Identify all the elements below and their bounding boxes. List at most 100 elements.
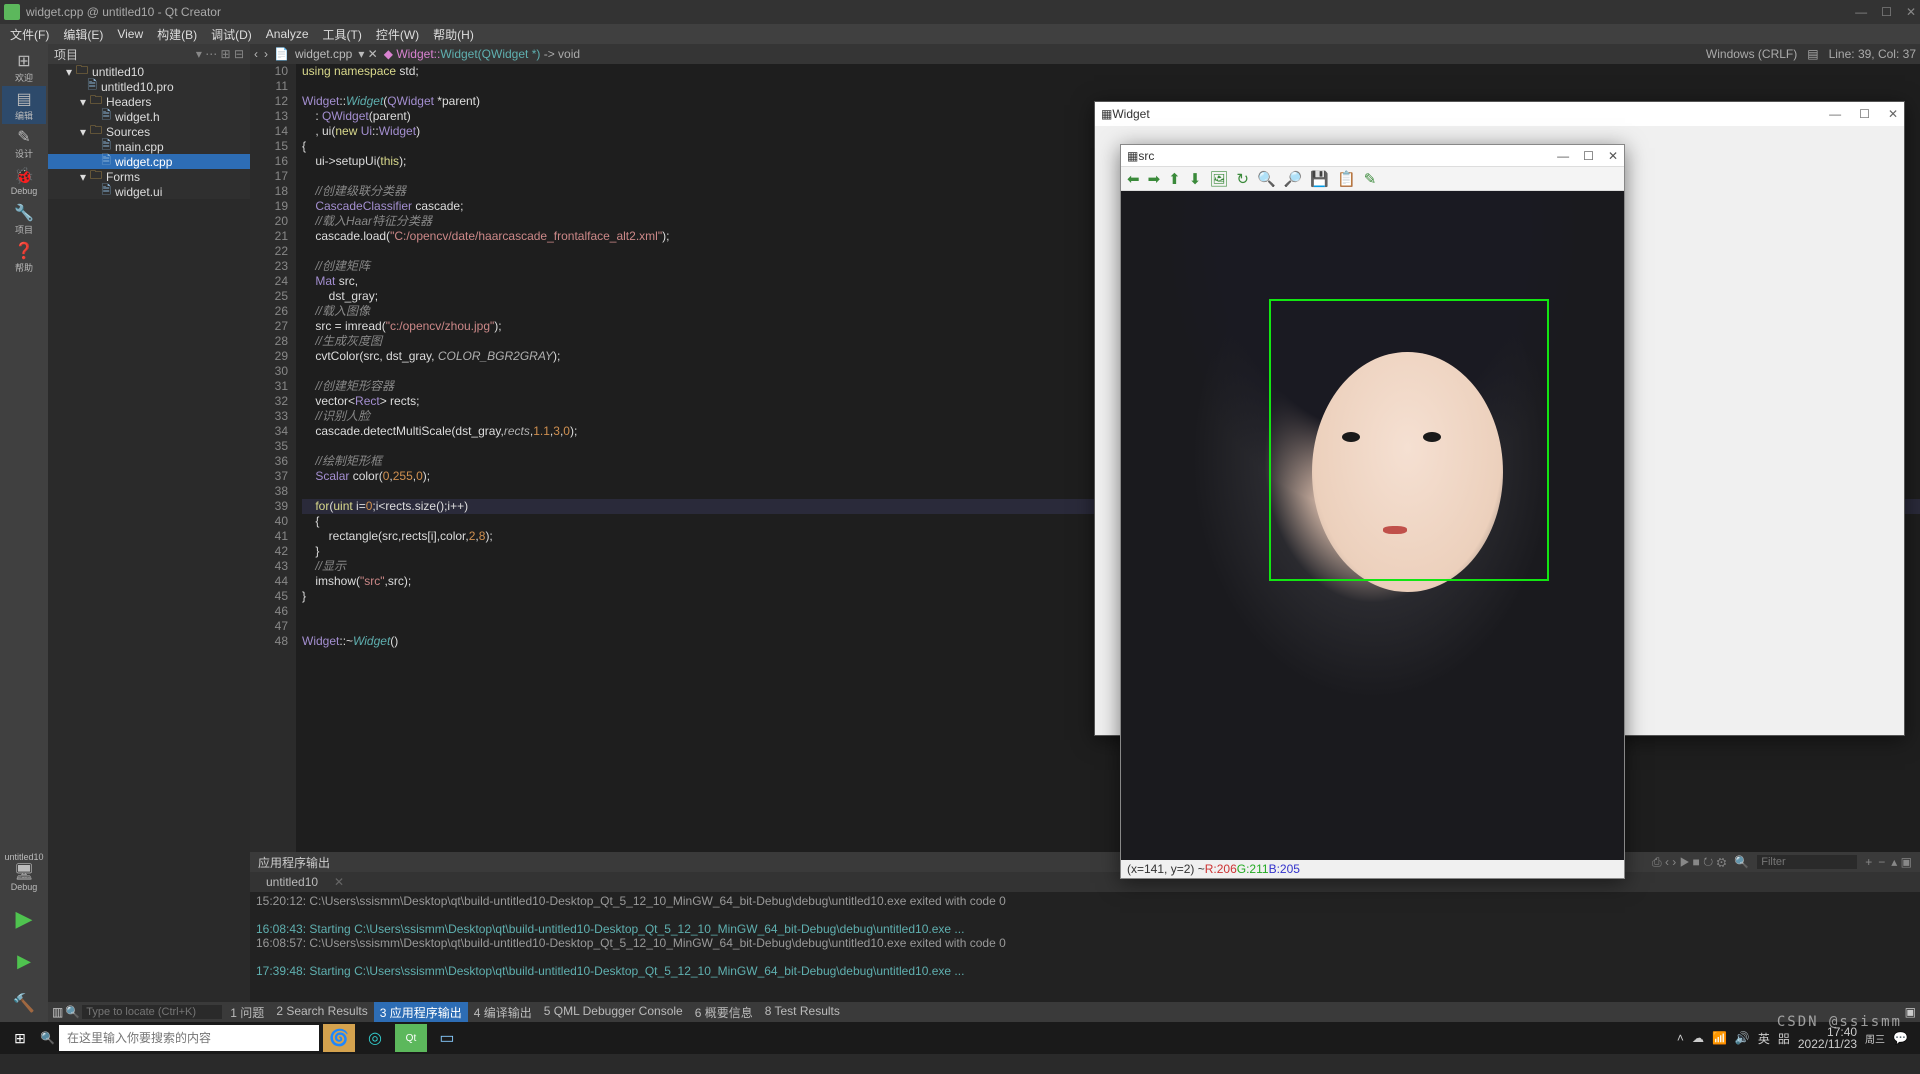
taskbar-app-1[interactable]: 🌀 [323,1024,355,1052]
menu-构建(B)[interactable]: 构建(B) [151,24,203,45]
tree-main.cpp[interactable]: 🗎 main.cpp [48,139,250,154]
src-tool-8[interactable]: 💾 [1310,170,1329,188]
target-selector[interactable]: untitled10 🖥 Debug [2,848,46,896]
src-close-button[interactable]: ✕ [1608,149,1618,163]
rail-Debug[interactable]: 🐞Debug [2,162,46,200]
project-tree[interactable]: ▾ 🗀 untitled10 🗎 untitled10.pro▾ 🗀 Heade… [48,64,250,199]
bottom-tab-2[interactable]: 3 应用程序输出 [374,1002,468,1023]
src-tool-2[interactable]: ⬆ [1168,170,1181,188]
tree-Forms[interactable]: ▾ 🗀 Forms [48,169,250,184]
tree-untitled10[interactable]: ▾ 🗀 untitled10 [48,64,250,79]
add-tab-icon[interactable]: + [1865,855,1872,869]
output-toolbar: ⎙ ‹ › ▶ ■ ↻ ⚙ [1652,855,1726,870]
close-button[interactable]: ✕ [1906,5,1916,19]
menu-帮助(H)[interactable]: 帮助(H) [427,24,480,45]
tray-onedrive-icon[interactable]: ☁ [1692,1031,1704,1045]
menu-View[interactable]: View [111,25,149,43]
bottom-bar: ▥ 🔍 1 问题2 Search Results3 应用程序输出4 编译输出5 … [48,1002,1920,1022]
bottom-tab-0[interactable]: 1 问题 [224,1002,270,1023]
src-cursor-xy: (x=141, y=2) ~ [1127,862,1205,876]
opencv-window[interactable]: ▦ src — ☐ ✕ ⬅➡⬆⬇🖼↻🔍🔎💾📋✎ (x=141, y=2) ~ R… [1120,144,1625,879]
bottom-tab-5[interactable]: 6 概要信息 [689,1002,759,1023]
src-maximize-button[interactable]: ☐ [1583,149,1594,163]
output-title: 应用程序输出 [258,854,330,871]
tree-widget.cpp[interactable]: 🗎 widget.cpp [48,154,250,169]
project-pane-title: 项目 [54,46,78,63]
taskbar-app-4[interactable]: ▭ [431,1024,463,1052]
tray-volume-icon[interactable]: 🔊 [1735,1031,1750,1045]
src-tool-1[interactable]: ➡ [1148,170,1161,188]
windows-taskbar: ⊞ 🔍 🌀 ◎ Qt ▭ ˄ ☁ 📶 🔊 英 㗊 17:40 2022/11/2… [0,1022,1920,1054]
src-minimize-button[interactable]: — [1557,149,1569,163]
src-tool-7[interactable]: 🔎 [1284,170,1303,188]
src-status-bar: (x=141, y=2) ~ R:206 G:211 B:205 [1121,860,1624,878]
tray-ime2[interactable]: 㗊 [1778,1030,1790,1047]
menubar: 文件(F)编辑(E)View构建(B)调试(D)Analyze工具(T)控件(W… [0,24,1920,44]
crumb-class: Widget:: [396,47,440,61]
editor-file[interactable]: widget.cpp [295,47,352,61]
tray-notifications-icon[interactable]: 💬 [1893,1031,1908,1045]
rail-设计[interactable]: ✎设计 [2,124,46,162]
taskbar-qtcreator[interactable]: Qt [395,1024,427,1052]
run-button[interactable]: ▶ [2,900,46,938]
mode-rail: ⊞欢迎▤编辑✎设计🐞Debug🔧项目❓帮助 untitled10 🖥 Debug… [0,44,48,1022]
tray-chevron-icon[interactable]: ˄ [1677,1031,1684,1045]
bottom-tab-4[interactable]: 5 QML Debugger Console [538,1002,689,1023]
src-pixel-g: G:211 [1237,862,1269,876]
src-window-title: src [1138,149,1154,163]
nav-fwd-icon[interactable]: › [264,47,268,61]
src-tool-9[interactable]: 📋 [1337,170,1356,188]
output-run-tab[interactable]: untitled10 [258,873,326,891]
src-tool-4[interactable]: 🖼 [1209,170,1228,188]
locator-input[interactable] [82,1005,222,1019]
encoding-selector[interactable]: Windows (CRLF) [1706,47,1797,61]
menu-调试(D)[interactable]: 调试(D) [205,24,258,45]
output-pin-icon[interactable]: ▣ [1905,1005,1916,1019]
bottom-tab-6[interactable]: 8 Test Results [759,1002,846,1023]
project-pane-header: 项目 ▾ ⋯ ⊞ ⊟ [48,44,250,64]
widget-window-title: Widget [1112,107,1149,121]
titlebar: widget.cpp @ untitled10 - Qt Creator — ☐… [0,0,1920,24]
menu-工具(T)[interactable]: 工具(T) [317,24,368,45]
tray-ime[interactable]: 英 [1758,1030,1770,1047]
rail-项目[interactable]: 🔧项目 [2,200,46,238]
taskbar-search[interactable] [59,1025,319,1051]
widget-close-button[interactable]: ✕ [1888,107,1898,121]
src-tool-6[interactable]: 🔍 [1257,170,1276,188]
menu-控件(W)[interactable]: 控件(W) [370,24,425,45]
menu-Analyze[interactable]: Analyze [260,25,315,43]
widget-minimize-button[interactable]: — [1829,107,1841,121]
rail-帮助[interactable]: ❓帮助 [2,238,46,276]
src-pixel-r: R:206 [1205,862,1237,876]
src-tool-3[interactable]: ⬇ [1189,170,1202,188]
start-button[interactable]: ⊞ [4,1024,36,1052]
taskbar-edge[interactable]: ◎ [359,1024,391,1052]
maximize-button[interactable]: ☐ [1881,5,1892,19]
remove-tab-icon[interactable]: − [1878,855,1885,869]
file-icon: 📄 [274,47,289,61]
widget-maximize-button[interactable]: ☐ [1859,107,1870,121]
run-debug-button[interactable]: ▶ [2,942,46,980]
src-tool-5[interactable]: ↻ [1236,170,1249,188]
rail-编辑[interactable]: ▤编辑 [2,86,46,124]
output-filter[interactable] [1757,855,1857,869]
src-tool-10[interactable]: ✎ [1364,170,1377,188]
bottom-tab-3[interactable]: 4 编译输出 [468,1002,538,1023]
bottom-tab-1[interactable]: 2 Search Results [270,1002,373,1023]
minimize-button[interactable]: — [1855,5,1867,19]
nav-back-icon[interactable]: ‹ [254,47,258,61]
menu-文件(F)[interactable]: 文件(F) [4,24,55,45]
window-title: widget.cpp @ untitled10 - Qt Creator [26,5,221,19]
build-button[interactable]: 🔨 [2,984,46,1022]
menu-编辑(E)[interactable]: 编辑(E) [57,24,109,45]
tree-widget.ui[interactable]: 🗎 widget.ui [48,184,250,199]
src-tool-0[interactable]: ⬅ [1127,170,1140,188]
tray-network-icon[interactable]: 📶 [1712,1031,1727,1045]
sidebar-toggle-icon[interactable]: ▥ [52,1005,63,1019]
src-image [1121,191,1624,860]
rail-欢迎[interactable]: ⊞欢迎 [2,48,46,86]
tree-Headers[interactable]: ▾ 🗀 Headers [48,94,250,109]
tree-widget.h[interactable]: 🗎 widget.h [48,109,250,124]
cursor-position: Line: 39, Col: 37 [1829,47,1916,61]
tree-Sources[interactable]: ▾ 🗀 Sources [48,124,250,139]
